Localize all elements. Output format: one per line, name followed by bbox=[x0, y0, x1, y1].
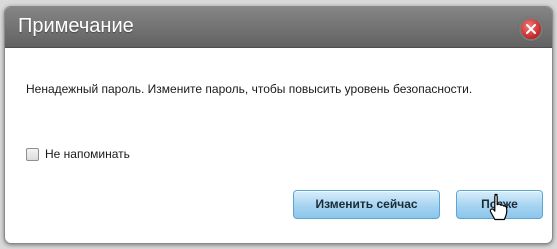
password-warning-dialog: Примечание Ненадежный пароль. Измените п… bbox=[4, 6, 553, 244]
dialog-message: Ненадежный пароль. Измените пароль, чтоб… bbox=[26, 82, 473, 96]
dialog-title: Примечание bbox=[18, 15, 134, 37]
close-icon bbox=[526, 24, 536, 34]
dont-remind-checkbox[interactable] bbox=[26, 147, 39, 161]
dont-remind-option[interactable]: Не напоминать bbox=[26, 147, 130, 161]
close-button[interactable] bbox=[521, 19, 541, 39]
dialog-titlebar: Примечание bbox=[5, 7, 552, 48]
later-button[interactable]: Позже bbox=[456, 190, 543, 219]
dont-remind-label[interactable]: Не напоминать bbox=[45, 147, 130, 161]
change-now-button[interactable]: Изменить сейчас bbox=[293, 190, 440, 219]
